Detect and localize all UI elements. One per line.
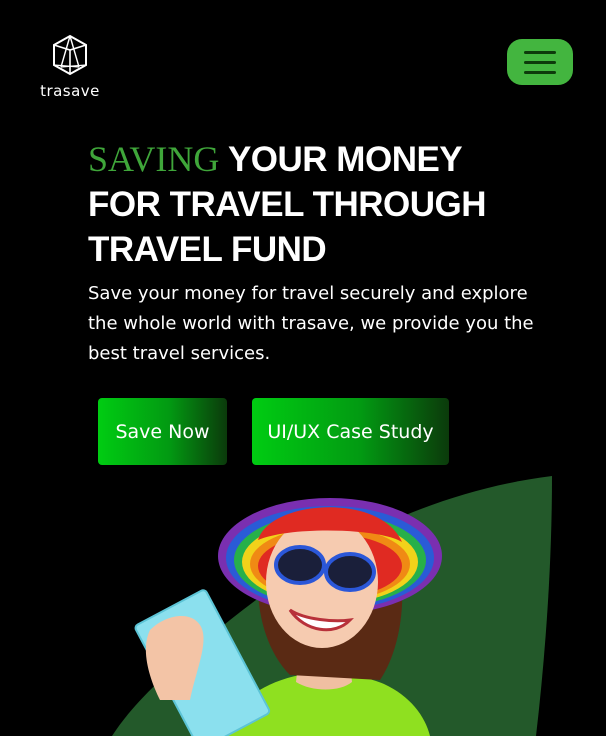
menu-button[interactable]	[507, 39, 573, 85]
hero-title-line2: FOR TRAVEL THROUGH	[88, 185, 487, 224]
cube-outline-icon	[53, 34, 87, 76]
hamburger-menu-icon	[524, 50, 556, 54]
hero-title-accent: SAVING	[88, 139, 220, 179]
save-now-button[interactable]: Save Now	[98, 398, 227, 465]
hamburger-menu-icon	[524, 70, 556, 74]
brand-logo[interactable]: trasave	[40, 34, 100, 100]
hero-title-line1: YOUR MONEY	[219, 140, 463, 179]
hero-title-line3: TRAVEL FUND	[88, 230, 327, 269]
hamburger-menu-icon	[524, 60, 556, 64]
hero-illustration	[112, 476, 552, 736]
hero-description: Save your money for travel securely and …	[88, 283, 534, 364]
brand-name: trasave	[40, 82, 100, 100]
hero-title: SAVING YOUR MONEY FOR TRAVEL THROUGH TRA…	[88, 137, 558, 272]
case-study-button[interactable]: UI/UX Case Study	[252, 398, 449, 465]
